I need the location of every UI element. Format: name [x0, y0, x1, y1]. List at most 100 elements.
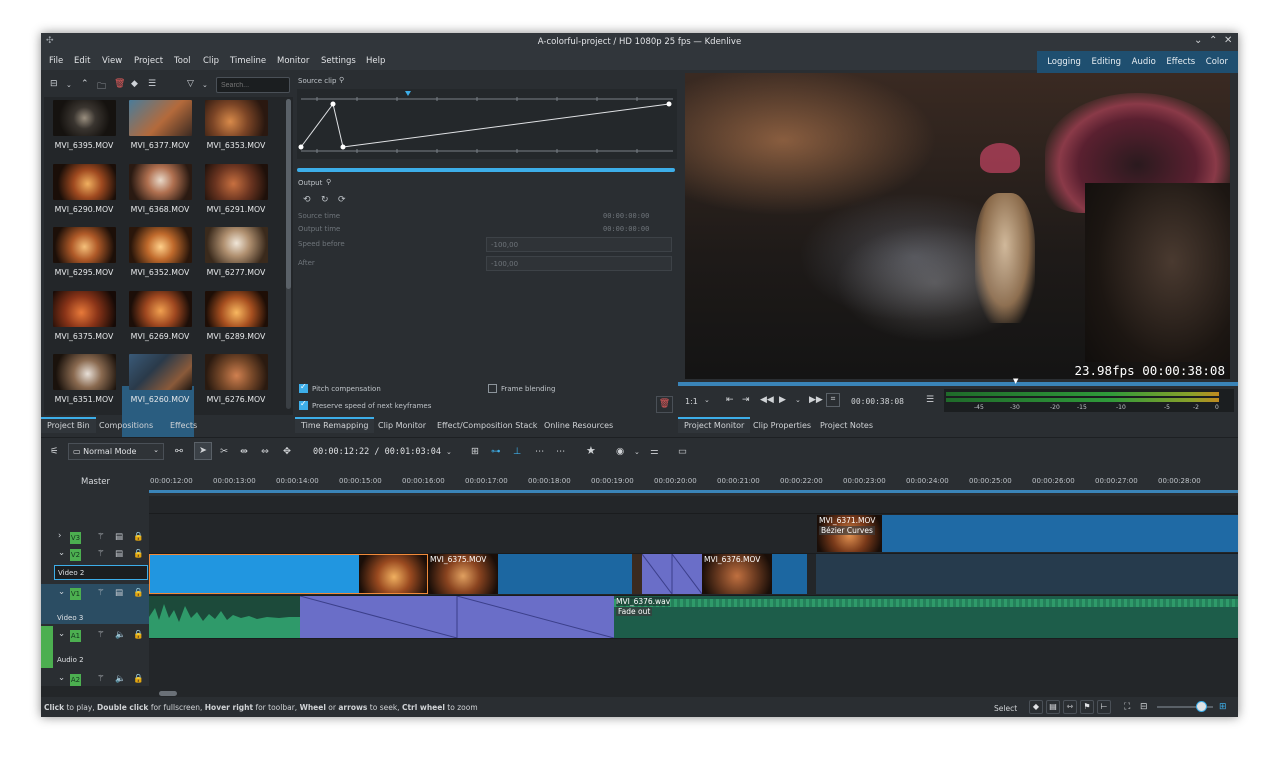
- timecode-dropdown-icon[interactable]: ⌄: [446, 448, 452, 456]
- forward-icon[interactable]: ▶▶: [809, 395, 823, 405]
- track-settings-icon[interactable]: ⚟: [50, 446, 59, 457]
- clip-thumbnail[interactable]: [205, 354, 268, 390]
- menu-file[interactable]: File: [49, 56, 63, 66]
- fit-zoom-icon[interactable]: ⛶: [1124, 702, 1130, 712]
- spacer-tool-icon[interactable]: ⚯: [175, 446, 183, 457]
- filter-icon[interactable]: ▽: [187, 79, 194, 89]
- monitor-seek-bar[interactable]: [678, 382, 1238, 386]
- maximize-icon[interactable]: ⌃: [1209, 35, 1217, 46]
- clip-thumbnail[interactable]: [53, 354, 116, 390]
- zoom-slider-handle[interactable]: [1196, 701, 1207, 712]
- bin-up-icon[interactable]: ⌃: [81, 79, 89, 89]
- clip-thumbnail[interactable]: [205, 291, 268, 327]
- timeline-clip[interactable]: MVI_6375.MOV: [428, 554, 632, 594]
- mute-speaker-icon[interactable]: 🔈: [115, 630, 126, 640]
- tab-project-monitor[interactable]: Project Monitor: [678, 417, 751, 433]
- effects-wand-icon[interactable]: ⚚: [97, 549, 105, 559]
- menu-help[interactable]: Help: [366, 56, 385, 66]
- timeline-horizontal-scrollbar[interactable]: [159, 691, 177, 696]
- set-zone-out-icon[interactable]: ⇥: [742, 395, 750, 405]
- workspace-color[interactable]: Color: [1206, 57, 1228, 67]
- remap-range-bar[interactable]: [297, 168, 675, 172]
- workspace-editing[interactable]: Editing: [1091, 57, 1121, 67]
- next-keyframe-icon[interactable]: ⟳: [338, 195, 346, 205]
- hide-track-icon[interactable]: ▤: [115, 532, 123, 542]
- lock-track-icon[interactable]: 🔒: [133, 588, 144, 598]
- clip-thumbnail[interactable]: [129, 164, 192, 200]
- tab-compositions[interactable]: Compositions: [93, 417, 159, 433]
- zoom-out-icon[interactable]: ⊟: [1140, 702, 1148, 712]
- menu-view[interactable]: View: [102, 56, 122, 66]
- filter-dropdown-icon[interactable]: ⌄: [202, 81, 208, 89]
- menu-monitor[interactable]: Monitor: [277, 56, 309, 66]
- audio-target-indicator[interactable]: [41, 626, 53, 668]
- audio-clip[interactable]: MVI_6376.wav Fade out: [614, 596, 1238, 638]
- effects-wand-icon[interactable]: ⚚: [97, 532, 105, 542]
- clip-thumbnail[interactable]: [129, 227, 192, 263]
- add-keyframe-icon[interactable]: ↻: [321, 195, 329, 205]
- lock-track-icon[interactable]: 🔒: [133, 532, 144, 542]
- favorite-star-icon[interactable]: ★: [586, 444, 596, 457]
- slip-tool-icon[interactable]: ⇹: [240, 446, 248, 457]
- monitor-video-frame[interactable]: 23.98fps 00:00:38:08: [685, 73, 1230, 379]
- tab-project-bin[interactable]: Project Bin: [41, 417, 96, 433]
- monitor-position[interactable]: 00:00:38:08: [851, 397, 904, 406]
- tab-clip-properties[interactable]: Clip Properties: [747, 417, 817, 433]
- effects-wand-icon[interactable]: ⚚: [97, 674, 105, 684]
- record-dropdown-icon[interactable]: ⌄: [634, 448, 640, 456]
- menu-project[interactable]: Project: [134, 56, 163, 66]
- rewind-icon[interactable]: ◀◀: [760, 395, 774, 405]
- mixer-icon[interactable]: ⚌: [650, 446, 659, 457]
- menu-clip[interactable]: Clip: [203, 56, 219, 66]
- audio-thumbnail-icon[interactable]: ⇿: [1063, 700, 1077, 714]
- zoom-ratio[interactable]: 1:1: [685, 397, 698, 406]
- roll-tool-icon[interactable]: ✥: [283, 446, 291, 457]
- clip-thumbnail[interactable]: [205, 100, 268, 136]
- delete-keyframe-icon[interactable]: 🗑: [656, 396, 673, 413]
- track-name-field[interactable]: Video 2: [54, 565, 148, 580]
- effects-wand-icon[interactable]: ⚚: [97, 588, 105, 598]
- preserve-speed-checkbox[interactable]: [299, 399, 308, 410]
- zoom-dropdown-icon[interactable]: ⌄: [704, 396, 710, 404]
- track-badge-a1[interactable]: A1: [70, 630, 81, 642]
- delete-icon[interactable]: 🗑: [114, 79, 125, 89]
- collapse-track-icon[interactable]: ⌄: [58, 629, 65, 639]
- tab-time-remapping[interactable]: Time Remapping: [295, 417, 375, 433]
- close-icon[interactable]: ✕: [1224, 35, 1232, 46]
- bin-scrollbar[interactable]: [286, 99, 291, 409]
- bin-search-input[interactable]: [216, 77, 290, 93]
- clip-thumbnail[interactable]: [205, 227, 268, 263]
- remap-curve-graph[interactable]: [297, 89, 677, 159]
- play-dropdown-icon[interactable]: ⌄: [795, 396, 801, 404]
- output-user-icon[interactable]: ⚲: [326, 178, 331, 186]
- workspace-audio[interactable]: Audio: [1132, 57, 1156, 67]
- clip-thumbnail[interactable]: [53, 100, 116, 136]
- tag-icon[interactable]: ◆: [1029, 700, 1043, 714]
- edit-mode-select[interactable]: ▭ Normal Mode ⌄: [68, 443, 164, 460]
- audio-crossfade-transition[interactable]: [300, 596, 614, 638]
- record-icon[interactable]: ◉: [616, 446, 624, 457]
- insert-icon[interactable]: ⊶: [491, 446, 501, 457]
- playhead-marker-icon[interactable]: ▼: [1013, 377, 1018, 385]
- track-badge-v2[interactable]: V2: [70, 549, 81, 561]
- previous-keyframe-icon[interactable]: ⟲: [303, 195, 311, 205]
- output-time-value[interactable]: 00:00:00:00: [603, 225, 649, 233]
- master-label[interactable]: Master: [81, 477, 110, 487]
- menu-tool[interactable]: Tool: [174, 56, 191, 66]
- audio-waveform-clip[interactable]: [149, 596, 300, 638]
- lock-track-icon[interactable]: 🔒: [133, 630, 144, 640]
- lock-track-icon[interactable]: 🔒: [133, 549, 144, 559]
- speed-before-input[interactable]: -100,00: [486, 237, 672, 252]
- clip-thumbnail[interactable]: [129, 354, 192, 390]
- bin-scroll-thumb[interactable]: [286, 99, 291, 289]
- set-zone-in-icon[interactable]: ⇤: [726, 395, 734, 405]
- collapse-track-icon[interactable]: ⌄: [58, 548, 65, 558]
- tab-clip-monitor[interactable]: Clip Monitor: [372, 417, 432, 433]
- crop-icon[interactable]: ⌗: [826, 393, 840, 407]
- clip-thumbnail[interactable]: [53, 164, 116, 200]
- clip-thumbnail[interactable]: [129, 291, 192, 327]
- collapse-track-icon[interactable]: ⌄: [58, 673, 65, 683]
- mute-speaker-icon[interactable]: 🔈: [115, 674, 126, 684]
- timeline-clip[interactable]: [816, 554, 1238, 594]
- hide-track-icon[interactable]: ▤: [115, 588, 123, 598]
